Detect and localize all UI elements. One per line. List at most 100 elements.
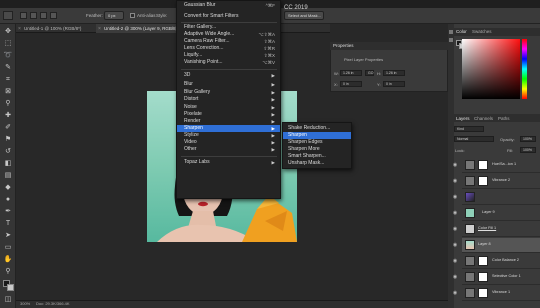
blur-tool-icon[interactable]: ◆ (3, 184, 13, 192)
background-color-swatch[interactable] (7, 284, 14, 291)
visibility-eye-icon[interactable]: ◉ (451, 254, 459, 269)
width-field[interactable]: 1.26 in (340, 70, 362, 76)
gradient-tool-icon[interactable]: ▤ (3, 172, 13, 180)
add-selection-icon[interactable] (30, 12, 37, 19)
tab-untitled-2[interactable]: Untitled-2 @ 300% (Layer 9, RGB/8) (96, 24, 186, 33)
layer-row[interactable]: Color Balance 2 (462, 254, 540, 269)
hand-tool-icon[interactable]: ✋ (3, 256, 13, 264)
quick-select-tool-icon[interactable]: ✎ (3, 64, 13, 72)
menu-item-filter-gallery[interactable]: Filter Gallery... (177, 24, 280, 31)
adjustments-panel-icon[interactable] (449, 38, 453, 42)
brush-tool-icon[interactable]: ✐ (3, 124, 13, 132)
anti-alias-checkbox[interactable] (130, 13, 135, 18)
layer-mask-thumbnail[interactable] (478, 256, 488, 266)
marquee-tool-preset-icon[interactable] (3, 11, 13, 20)
menu-item-pixelate[interactable]: Pixelate ▶ (177, 111, 280, 118)
crop-tool-icon[interactable]: ⌗ (3, 76, 13, 84)
visibility-eye-icon[interactable]: ◉ (451, 158, 459, 173)
layer-row[interactable]: Vibrance 2 (462, 174, 540, 189)
healing-brush-tool-icon[interactable]: ✚ (3, 112, 13, 120)
layer-row[interactable]: Hue/Sa...ion 1 (462, 158, 540, 173)
menu-item-blur[interactable]: Blur ▶ (177, 81, 280, 88)
type-tool-icon[interactable]: T (3, 220, 13, 228)
eyedropper-tool-icon[interactable]: ⚲ (3, 100, 13, 108)
layer-row[interactable]: Color Fill 1 (462, 222, 540, 237)
frame-tool-icon[interactable]: ⊠ (3, 88, 13, 96)
layer-thumbnail[interactable] (465, 224, 475, 234)
layer-row[interactable]: Selective Color 1 (462, 270, 540, 285)
close-icon[interactable]: × (18, 26, 21, 32)
submenu-item-sharpen-more[interactable]: Sharpen More (283, 146, 351, 153)
eraser-tool-icon[interactable]: ◧ (3, 160, 13, 168)
menu-item-adaptive-wide-angle[interactable]: Adaptive Wide Angle... ⌥⇧⌘A (177, 31, 280, 38)
history-brush-tool-icon[interactable]: ↺ (3, 148, 13, 156)
menu-item-render[interactable]: Render ▶ (177, 118, 280, 125)
zoom-tool-icon[interactable]: ⚲ (3, 268, 13, 276)
layer-thumbnail[interactable] (465, 192, 475, 202)
layer-row[interactable]: Layer 9 (462, 206, 540, 221)
layer-mask-thumbnail[interactable] (478, 176, 488, 186)
blend-mode-select[interactable]: Normal (454, 136, 494, 142)
feather-input[interactable]: 0 px (104, 11, 124, 20)
zoom-level[interactable]: 300% (20, 301, 30, 306)
layer-thumbnail[interactable] (465, 240, 475, 250)
visibility-eye-icon[interactable]: ◉ (451, 206, 459, 221)
menu-item-lens-correction[interactable]: Lens Correction... ⇧⌘R (177, 45, 280, 52)
dodge-tool-icon[interactable]: ● (3, 196, 13, 204)
hue-slider[interactable] (522, 39, 527, 99)
select-and-mask-button[interactable]: Select and Mask... (284, 11, 324, 20)
height-field[interactable]: 1.26 in (383, 70, 405, 76)
visibility-eye-icon[interactable]: ◉ (451, 174, 459, 189)
subtract-selection-icon[interactable] (40, 12, 47, 19)
x-field[interactable]: 0 in (340, 81, 362, 87)
new-selection-icon[interactable] (20, 12, 27, 19)
history-panel-icon[interactable] (449, 30, 453, 34)
tab-paths[interactable]: Paths (498, 116, 510, 121)
pen-tool-icon[interactable]: ✒ (3, 208, 13, 216)
visibility-eye-icon[interactable]: ◉ (451, 238, 459, 253)
rectangle-tool-icon[interactable]: ▭ (3, 244, 13, 252)
color-picker-field[interactable] (462, 39, 520, 99)
visibility-eye-icon[interactable]: ◉ (451, 270, 459, 285)
menu-item-topaz-labs[interactable]: Topaz Labs ▶ (177, 159, 280, 166)
layer-mask-thumbnail[interactable] (478, 160, 488, 170)
layer-row[interactable] (462, 190, 540, 205)
intersect-selection-icon[interactable] (50, 12, 57, 19)
layer-mask-thumbnail[interactable] (478, 288, 488, 298)
menu-item-3d[interactable]: 3D ▶ (177, 72, 280, 79)
path-select-tool-icon[interactable]: ➤ (3, 232, 13, 240)
menu-item-blur-gallery[interactable]: Blur Gallery ▶ (177, 89, 280, 96)
menu-item-noise[interactable]: Noise ▶ (177, 104, 280, 111)
menu-item-liquify[interactable]: Liquify... ⇧⌘X (177, 52, 280, 59)
visibility-eye-icon[interactable]: ◉ (451, 286, 459, 301)
link-dimensions-button[interactable]: GO (365, 70, 374, 76)
tab-layers[interactable]: Layers (456, 116, 470, 121)
menu-item-convert-smart-filters[interactable]: Convert for Smart Filters (177, 13, 280, 20)
tab-color[interactable]: Color (456, 29, 467, 34)
tab-untitled-1[interactable]: Untitled-1 @ 100% (RGB/8*) (16, 24, 96, 33)
menu-item-stylize[interactable]: Stylize ▶ (177, 132, 280, 139)
submenu-item-smart-sharpen[interactable]: Smart Sharpen... (283, 153, 351, 160)
marquee-tool-icon[interactable]: ⬚ (3, 40, 13, 48)
layer-row[interactable]: Vibrance 1 (462, 286, 540, 301)
y-field[interactable]: 0 in (383, 81, 405, 87)
layer-row-selected[interactable]: Layer 8 (462, 238, 540, 253)
layer-kind-filter[interactable]: Kind (454, 126, 484, 132)
move-tool-icon[interactable]: ✥ (3, 28, 13, 36)
clone-stamp-tool-icon[interactable]: ⚑ (3, 136, 13, 144)
close-icon[interactable]: × (98, 26, 101, 32)
lasso-tool-icon[interactable]: ➰ (3, 52, 13, 60)
menu-item-video[interactable]: Video ▶ (177, 139, 280, 146)
submenu-item-sharpen-edges[interactable]: Sharpen Edges (283, 139, 351, 146)
visibility-eye-icon[interactable]: ◉ (451, 190, 459, 205)
tab-swatches[interactable]: Swatches (472, 29, 492, 34)
menu-item-camera-raw-filter[interactable]: Camera Raw Filter... ⇧⌘A (177, 38, 280, 45)
layer-mask-thumbnail[interactable] (478, 272, 488, 282)
fill-field[interactable]: 100% (520, 147, 536, 153)
submenu-item-sharpen[interactable]: Sharpen (283, 132, 351, 139)
visibility-eye-icon[interactable]: ◉ (451, 222, 459, 237)
menu-item-sharpen[interactable]: Sharpen ▶ (177, 125, 280, 132)
submenu-item-shake-reduction[interactable]: Shake Reduction... (283, 125, 351, 132)
quick-mask-icon[interactable]: ◫ (3, 296, 13, 304)
layer-thumbnail[interactable] (465, 208, 475, 218)
